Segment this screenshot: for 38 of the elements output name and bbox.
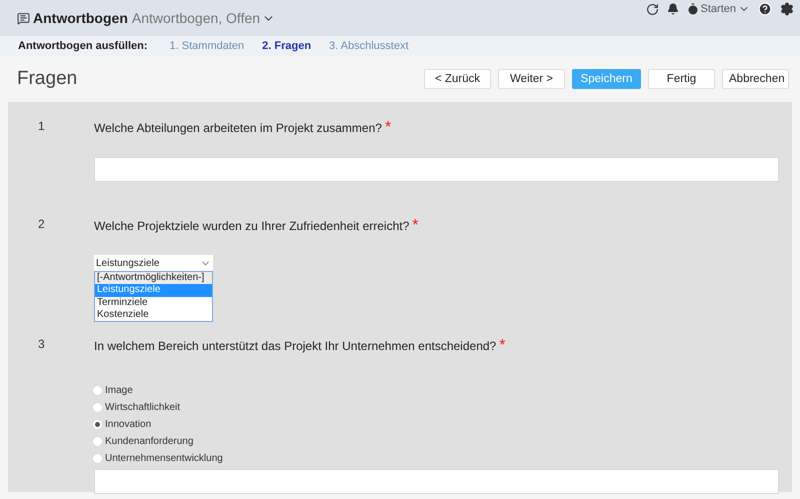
question-text: In welchem Bereich unterstützt das Projekt Ihr Unternehmen entscheidend? xyxy=(94,339,496,354)
steps-label: Antwortbogen ausfüllen: xyxy=(18,40,148,52)
form-icon xyxy=(17,12,30,24)
action-button[interactable]: Fertig xyxy=(648,69,715,89)
page-title: Fragen xyxy=(17,68,78,90)
question-number: 3 xyxy=(38,337,46,354)
radio-label: Image xyxy=(105,385,133,396)
help-icon[interactable] xyxy=(758,2,772,16)
radio-button[interactable] xyxy=(92,385,103,396)
required-mark: * xyxy=(412,217,418,234)
action-button[interactable]: Weiter > xyxy=(498,69,565,89)
radio-button[interactable] xyxy=(92,436,103,448)
start-button[interactable]: Starten xyxy=(686,3,750,15)
action-button[interactable]: < Zurück xyxy=(424,69,491,89)
dropdown-option[interactable]: [-Antwortmöglichkeiten-] xyxy=(95,272,212,284)
radio-button[interactable] xyxy=(92,402,103,414)
required-mark: * xyxy=(499,337,506,354)
answer-field[interactable] xyxy=(94,157,779,182)
radio-label: Wirtschaftlichkeit xyxy=(105,402,180,414)
step-link[interactable]: 2. Fragen xyxy=(262,40,312,52)
radio-label: Kundenanforderung xyxy=(105,436,194,448)
refresh-icon[interactable] xyxy=(646,2,659,16)
question-text: Welche Abteilungen arbeiteten im Projekt zusammen? xyxy=(94,121,382,135)
question-number: 1 xyxy=(38,119,46,135)
action-button[interactable]: Abbrechen xyxy=(722,69,789,89)
answer-field[interactable] xyxy=(94,469,779,494)
question-text: Welche Projektziele wurden zu Ihrer Zufriedenheit erreicht? xyxy=(94,219,410,233)
header-title: Antwortbogen xyxy=(33,10,128,26)
settings-icon[interactable] xyxy=(780,2,794,16)
question-number: 2 xyxy=(38,217,46,233)
dropdown[interactable]: Leistungsziele xyxy=(94,255,213,271)
radio-button[interactable] xyxy=(92,419,103,430)
radio-button[interactable] xyxy=(92,453,103,464)
bell-icon[interactable] xyxy=(666,3,679,15)
stopwatch-icon xyxy=(686,3,699,15)
radio-label: Innovation xyxy=(105,419,152,430)
radio-label: Unternehmensentwicklung xyxy=(105,453,223,464)
required-mark: * xyxy=(384,119,392,136)
